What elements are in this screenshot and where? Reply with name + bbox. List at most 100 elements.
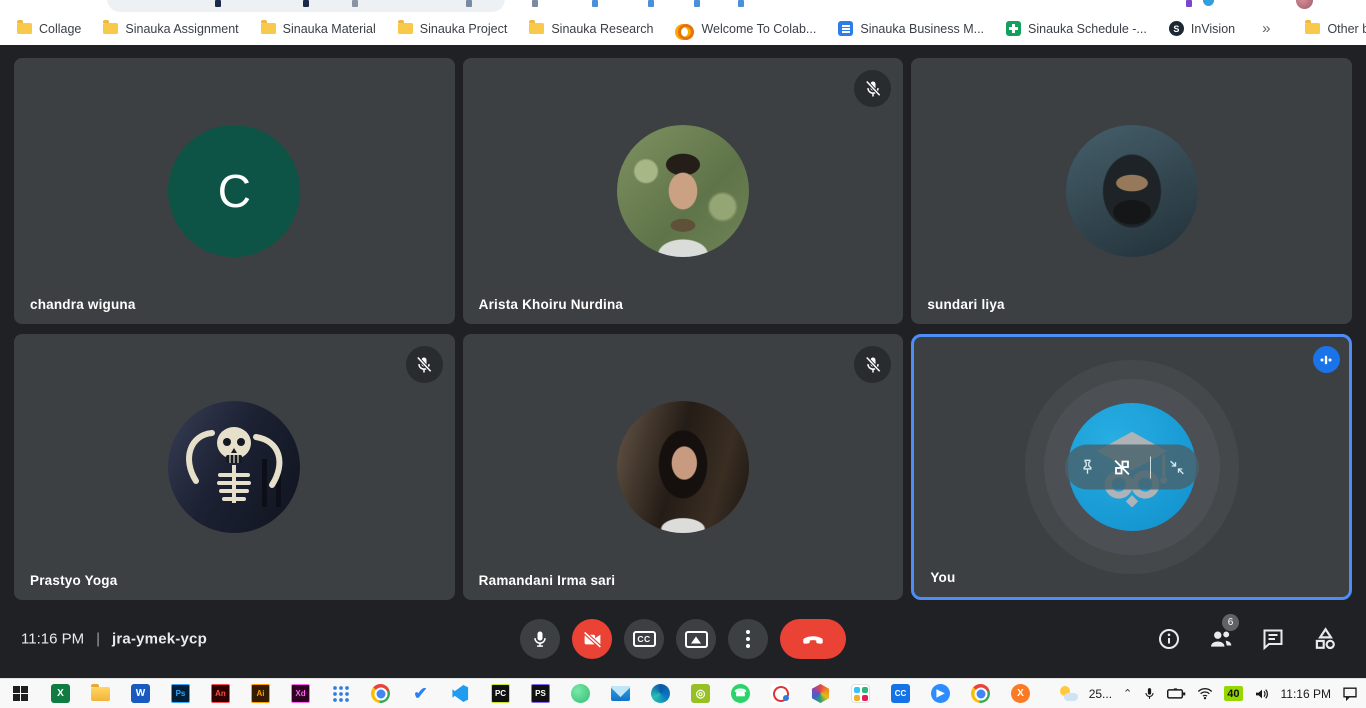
activities-button[interactable] [1312, 626, 1338, 652]
other-bookmarks-button[interactable]: Other bookmarks [1296, 17, 1366, 41]
bookmark-sinauka-material[interactable]: Sinauka Material [252, 17, 385, 41]
extension-icon-fragment [1203, 0, 1214, 6]
battery-percent-badge[interactable]: 40 [1224, 686, 1242, 701]
bookmark-label: Sinauka Assignment [125, 22, 238, 36]
camera-off-icon [582, 629, 603, 650]
vscode-icon[interactable] [450, 683, 471, 704]
bookmark-label: Sinauka Research [551, 22, 653, 36]
windows-start-icon[interactable] [10, 683, 31, 704]
pycharm-icon[interactable]: PC [490, 683, 511, 704]
bookmark-collage[interactable]: Collage [8, 17, 90, 41]
toolbar-icon-fragment [592, 0, 598, 7]
battery-icon[interactable] [1167, 687, 1186, 700]
weather-icon[interactable] [1059, 686, 1078, 701]
participant-tile-ramandani[interactable]: Ramandani Irma sari [463, 334, 904, 600]
audio-speaking-indicator-icon [1313, 346, 1340, 373]
taskbar-clock[interactable]: 11:16 PM [1281, 687, 1331, 701]
sketch-app-icon[interactable] [770, 683, 791, 704]
bookmark-label: Sinauka Material [283, 22, 376, 36]
microphone-icon [530, 629, 550, 649]
camera-off-button[interactable] [572, 619, 612, 659]
browser-toolbar-fragment [0, 0, 1366, 12]
show-participants-button[interactable]: 6 [1208, 626, 1234, 652]
edge-icon[interactable] [650, 683, 671, 704]
participant-name: Arista Khoiru Nurdina [479, 297, 623, 312]
participant-name: Prastyo Yoga [30, 573, 117, 588]
microphone-button[interactable] [520, 619, 560, 659]
adobe-xd-icon[interactable]: Xd [290, 683, 311, 704]
word-icon[interactable]: W [130, 683, 151, 704]
google-docs-icon [838, 21, 853, 36]
whatsapp-icon[interactable]: ☎ [730, 683, 751, 704]
chat-button[interactable] [1260, 626, 1286, 652]
avatar [617, 125, 749, 257]
present-screen-icon [685, 631, 708, 648]
bookmark-sinauka-schedule[interactable]: Sinauka Schedule -... [997, 17, 1156, 41]
avatar-letter: C [218, 164, 251, 218]
clock-time: 11:16 PM [21, 631, 84, 648]
participant-tile-you[interactable]: You [911, 334, 1352, 600]
file-explorer-icon[interactable] [90, 683, 111, 704]
bookmark-sinauka-business[interactable]: Sinauka Business M... [829, 17, 993, 41]
bookmark-invision[interactable]: S InVision [1160, 17, 1244, 41]
meeting-status: 11:16 PM | jra-ymek-ycp [21, 631, 207, 648]
google-sheets-icon [1006, 21, 1021, 36]
participant-tile-prastyo[interactable]: Prastyo Yoga [14, 334, 455, 600]
action-center-icon[interactable] [1342, 686, 1358, 701]
bookmark-sinauka-research[interactable]: Sinauka Research [520, 17, 662, 41]
illustrator-icon[interactable]: Ai [250, 683, 271, 704]
chrome-running-icon[interactable] [970, 683, 991, 704]
bookmark-sinauka-project[interactable]: Sinauka Project [389, 17, 517, 41]
bookmark-label: Welcome To Colab... [701, 22, 816, 36]
participant-tile-chandra-wiguna[interactable]: C chandra wiguna [14, 58, 455, 324]
bookmark-welcome-to-colab[interactable]: Welcome To Colab... [666, 17, 825, 41]
bookmark-label: Sinauka Business M... [860, 22, 984, 36]
photoshop-icon[interactable]: Ps [170, 683, 191, 704]
folder-icon [17, 23, 32, 34]
folder-icon [398, 23, 413, 34]
remove-from-layout-icon[interactable] [1111, 456, 1133, 478]
participant-tile-arista[interactable]: Arista Khoiru Nurdina [463, 58, 904, 324]
mic-muted-icon [406, 346, 443, 383]
phpstorm-icon[interactable]: PS [530, 683, 551, 704]
browser-profile-avatar[interactable] [1296, 0, 1313, 9]
video-call-app-icon[interactable]: ▶ [930, 683, 951, 704]
participant-tile-sundari[interactable]: sundari liya [911, 58, 1352, 324]
creative-cloud-icon[interactable]: CC [890, 683, 911, 704]
meeting-code: jra-ymek-ycp [112, 631, 207, 648]
tray-microphone-icon[interactable] [1143, 686, 1156, 701]
check-app-icon[interactable]: ✔ [410, 683, 431, 704]
animate-icon[interactable]: An [210, 683, 231, 704]
genymotion-icon[interactable] [570, 683, 591, 704]
avatar [617, 401, 749, 533]
mail-icon[interactable] [610, 683, 631, 704]
more-options-button[interactable] [728, 619, 768, 659]
present-screen-button[interactable] [676, 619, 716, 659]
pin-icon[interactable] [1078, 458, 1097, 477]
extension-icon-fragment [1186, 0, 1192, 7]
slack-icon[interactable] [850, 683, 871, 704]
tray-expand-chevron-icon[interactable]: ⌃ [1123, 687, 1132, 700]
skeleton-avatar-graphic [168, 401, 300, 533]
android-camera-icon[interactable]: ◎ [690, 683, 711, 704]
mic-muted-icon [854, 346, 891, 383]
minimize-icon[interactable] [1168, 458, 1186, 476]
meeting-details-button[interactable] [1156, 626, 1182, 652]
captions-button[interactable]: CC [624, 619, 664, 659]
toolbar-icon-fragment [648, 0, 654, 7]
weather-temp[interactable]: 25... [1089, 687, 1112, 701]
toolbar-icon-fragment [532, 0, 538, 7]
xampp-icon[interactable]: X [1010, 683, 1031, 704]
end-call-button[interactable] [780, 619, 846, 659]
bookmark-sinauka-assignment[interactable]: Sinauka Assignment [94, 17, 247, 41]
wifi-icon[interactable] [1197, 687, 1213, 700]
chrome-icon[interactable] [370, 683, 391, 704]
mic-muted-icon [854, 70, 891, 107]
toolbar-icon-fragment [215, 0, 221, 7]
bookmarks-overflow-chevron-icon[interactable]: » [1252, 20, 1280, 37]
hexagon-app-icon[interactable] [810, 683, 831, 704]
volume-icon[interactable] [1254, 687, 1270, 701]
grid-app-icon[interactable] [330, 683, 351, 704]
excel-icon[interactable]: X [50, 683, 71, 704]
bookmark-label: Collage [39, 22, 81, 36]
